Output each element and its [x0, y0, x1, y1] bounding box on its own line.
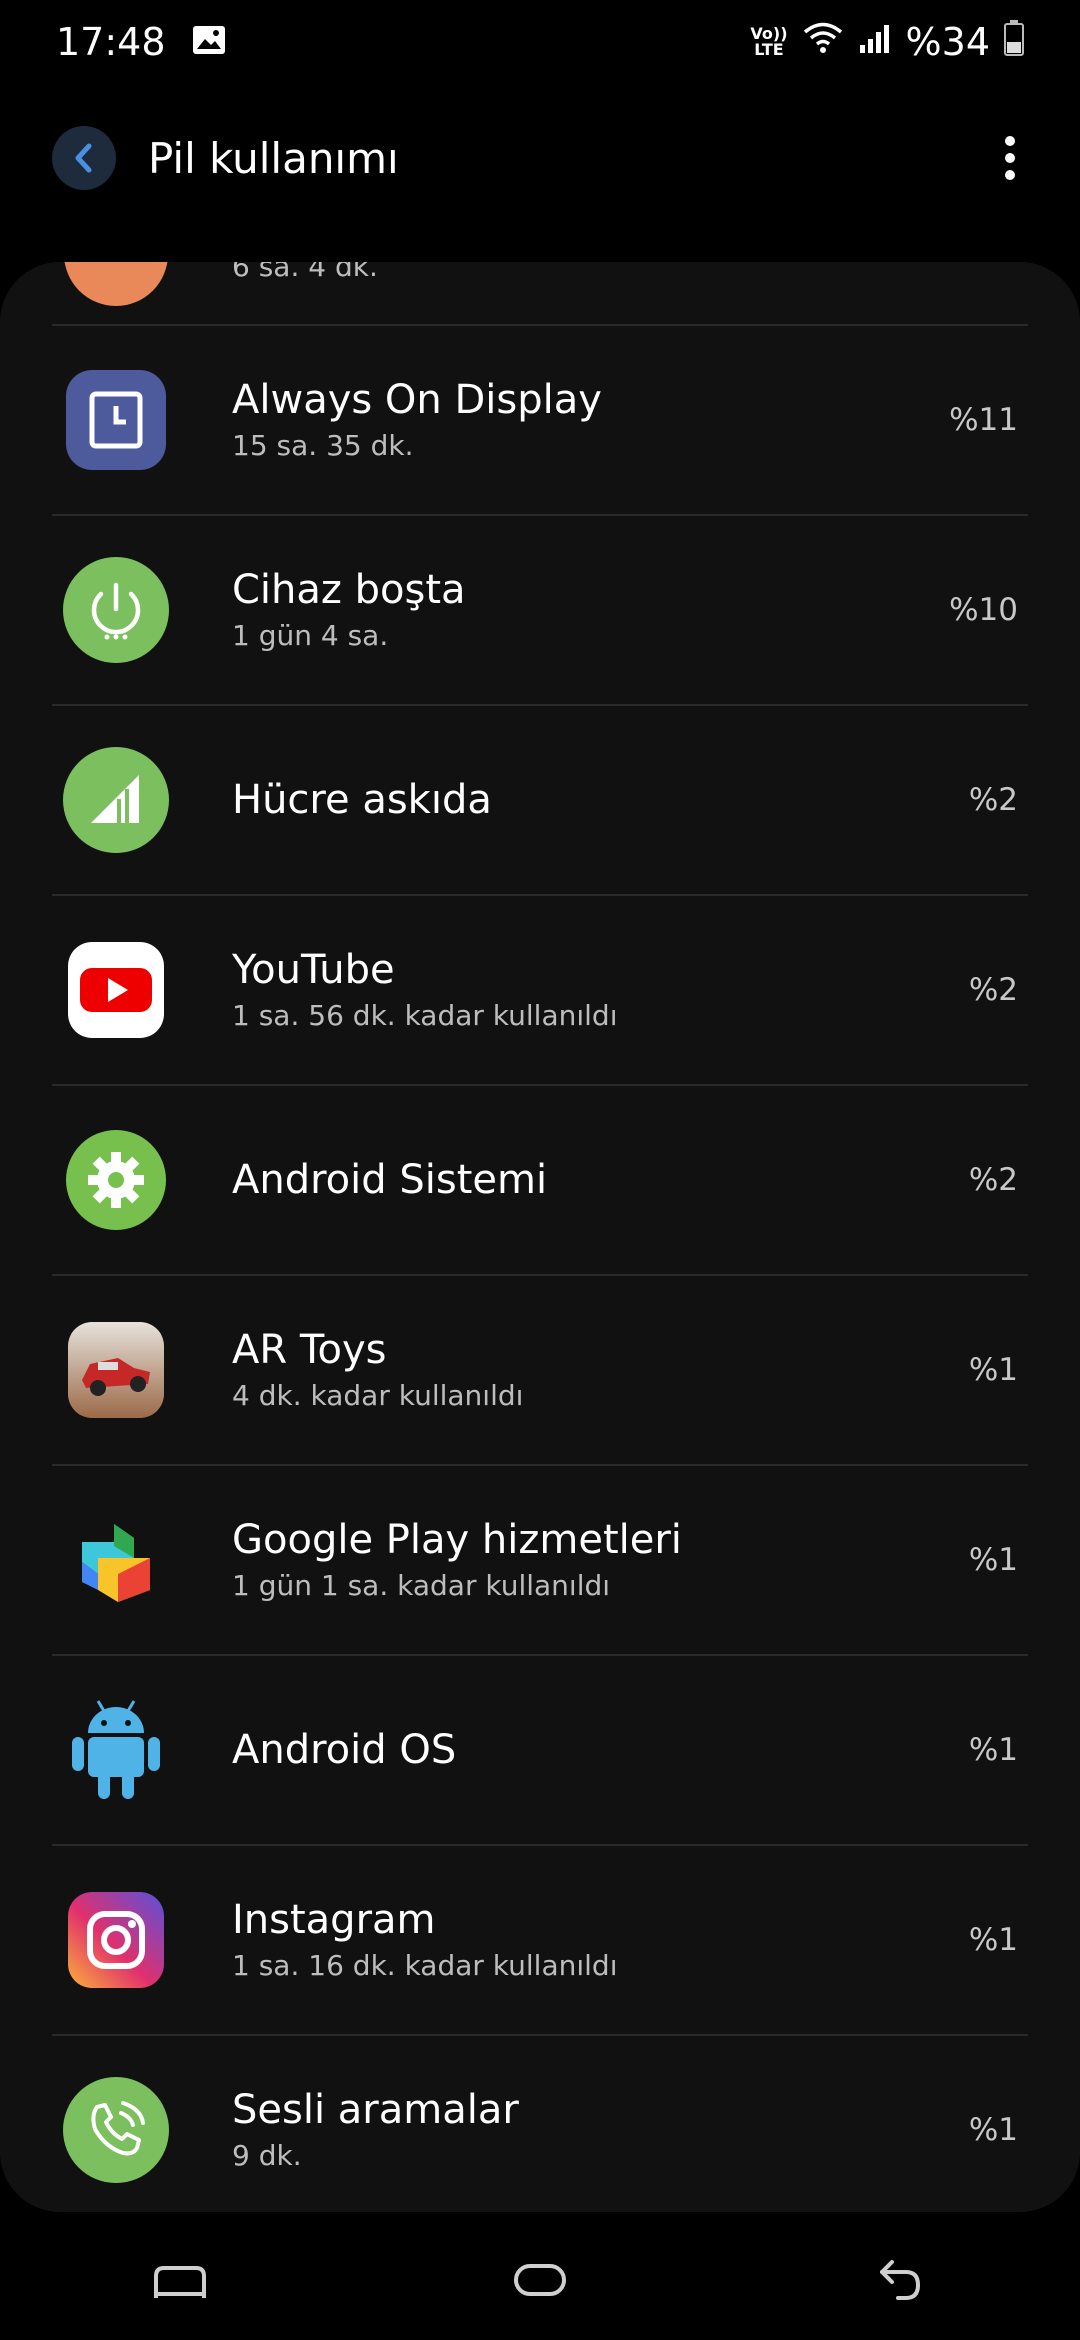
app-battery-percent: %2 [968, 1162, 1018, 1198]
status-time: 17:48 [56, 20, 166, 64]
app-usage-subtitle: 1 gün 1 sa. kadar kullanıldı [232, 1569, 611, 1602]
recent-apps-button[interactable] [120, 2230, 240, 2330]
instagram-icon [62, 1886, 170, 1994]
app-usage-subtitle: 9 dk. [232, 2139, 302, 2172]
app-name: Sesli aramalar [232, 2087, 519, 2133]
gallery-notification-icon [192, 20, 226, 64]
cell-signal-icon [62, 746, 170, 854]
list-item[interactable]: YouTube 1 sa. 56 dk. kadar kullanıldı %2 [0, 896, 1080, 1084]
list-item[interactable]: Sesli aramalar 9 dk. %1 [0, 2036, 1080, 2212]
list-item[interactable]: AR Toys 4 dk. kadar kullanıldı %1 [0, 1276, 1080, 1464]
list-item[interactable]: Google Play hizmetleri 1 gün 1 sa. kadar… [0, 1466, 1080, 1654]
app-battery-percent: %1 [968, 1542, 1018, 1578]
android-robot-icon [62, 1696, 170, 1804]
more-vert-icon [1005, 136, 1015, 180]
app-usage-subtitle: 4 dk. kadar kullanıldı [232, 1379, 524, 1412]
app-usage-subtitle: 1 gün 4 sa. [232, 619, 389, 652]
app-name: Android Sistemi [232, 1157, 548, 1203]
list-item[interactable]: Android Sistemi %2 [0, 1086, 1080, 1274]
app-usage-subtitle: 15 sa. 35 dk. [232, 429, 414, 462]
recent-apps-icon [154, 2266, 206, 2298]
app-name: Hücre askıda [232, 777, 492, 823]
status-bar: 17:48 Vo)) LTE %34 [0, 0, 1080, 84]
list-item-partial[interactable]: 6 sa. 4 dk. [0, 262, 1080, 324]
app-battery-percent: %1 [968, 1922, 1018, 1958]
ar-toys-icon [62, 1316, 170, 1424]
app-name: YouTube [232, 947, 395, 993]
app-battery-percent: %1 [968, 1732, 1018, 1768]
app-battery-percent: %1 [968, 2112, 1018, 2148]
power-idle-icon [62, 556, 170, 664]
phone-call-icon [62, 2076, 170, 2184]
list-item[interactable]: Hücre askıda %2 [0, 706, 1080, 894]
app-name: Always On Display [232, 377, 602, 423]
battery-percent: %34 [905, 20, 990, 64]
app-usage-subtitle: 1 sa. 16 dk. kadar kullanıldı [232, 1949, 618, 1982]
app-battery-percent: %1 [968, 1352, 1018, 1388]
battery-icon [1004, 19, 1024, 65]
back-nav-button[interactable] [840, 2230, 960, 2330]
app-bar: Pil kullanımı [0, 110, 1080, 206]
app-name: Google Play hizmetleri [232, 1517, 682, 1563]
list-item[interactable]: Always On Display 15 sa. 35 dk. %11 [0, 326, 1080, 514]
more-options-button[interactable] [980, 118, 1040, 198]
list-item[interactable]: Android OS %1 [0, 1656, 1080, 1844]
battery-usage-list: 6 sa. 4 dk. Always On Display 15 sa. 35 … [0, 262, 1080, 2212]
wifi-icon [802, 20, 844, 64]
list-item[interactable]: Instagram 1 sa. 16 dk. kadar kullanıldı … [0, 1846, 1080, 2034]
navigation-bar [0, 2220, 1080, 2340]
app-icon [64, 262, 168, 306]
home-icon [514, 2264, 566, 2296]
home-button[interactable] [480, 2230, 600, 2330]
back-button[interactable] [52, 126, 116, 190]
app-name: AR Toys [232, 1327, 387, 1373]
app-name: Cihaz boşta [232, 567, 466, 613]
youtube-icon [62, 936, 170, 1044]
always-on-display-icon [62, 366, 170, 474]
app-name: Android OS [232, 1727, 457, 1773]
app-battery-percent: %11 [949, 402, 1018, 438]
app-battery-percent: %2 [968, 972, 1018, 1008]
list-item[interactable]: Cihaz boşta 1 gün 4 sa. %10 [0, 516, 1080, 704]
app-name: Instagram [232, 1897, 436, 1943]
back-arrow-icon [880, 2260, 921, 2300]
page-title: Pil kullanımı [148, 133, 399, 183]
app-battery-percent: %2 [968, 782, 1018, 818]
chevron-left-icon [75, 143, 92, 173]
google-play-services-icon [62, 1506, 170, 1614]
cell-signal-status-icon [858, 20, 892, 64]
app-battery-percent: %10 [949, 592, 1018, 628]
app-usage-subtitle: 6 sa. 4 dk. [232, 262, 378, 283]
app-usage-subtitle: 1 sa. 56 dk. kadar kullanıldı [232, 999, 618, 1032]
gear-icon [62, 1126, 170, 1234]
volte-icon: Vo)) LTE [750, 24, 788, 59]
